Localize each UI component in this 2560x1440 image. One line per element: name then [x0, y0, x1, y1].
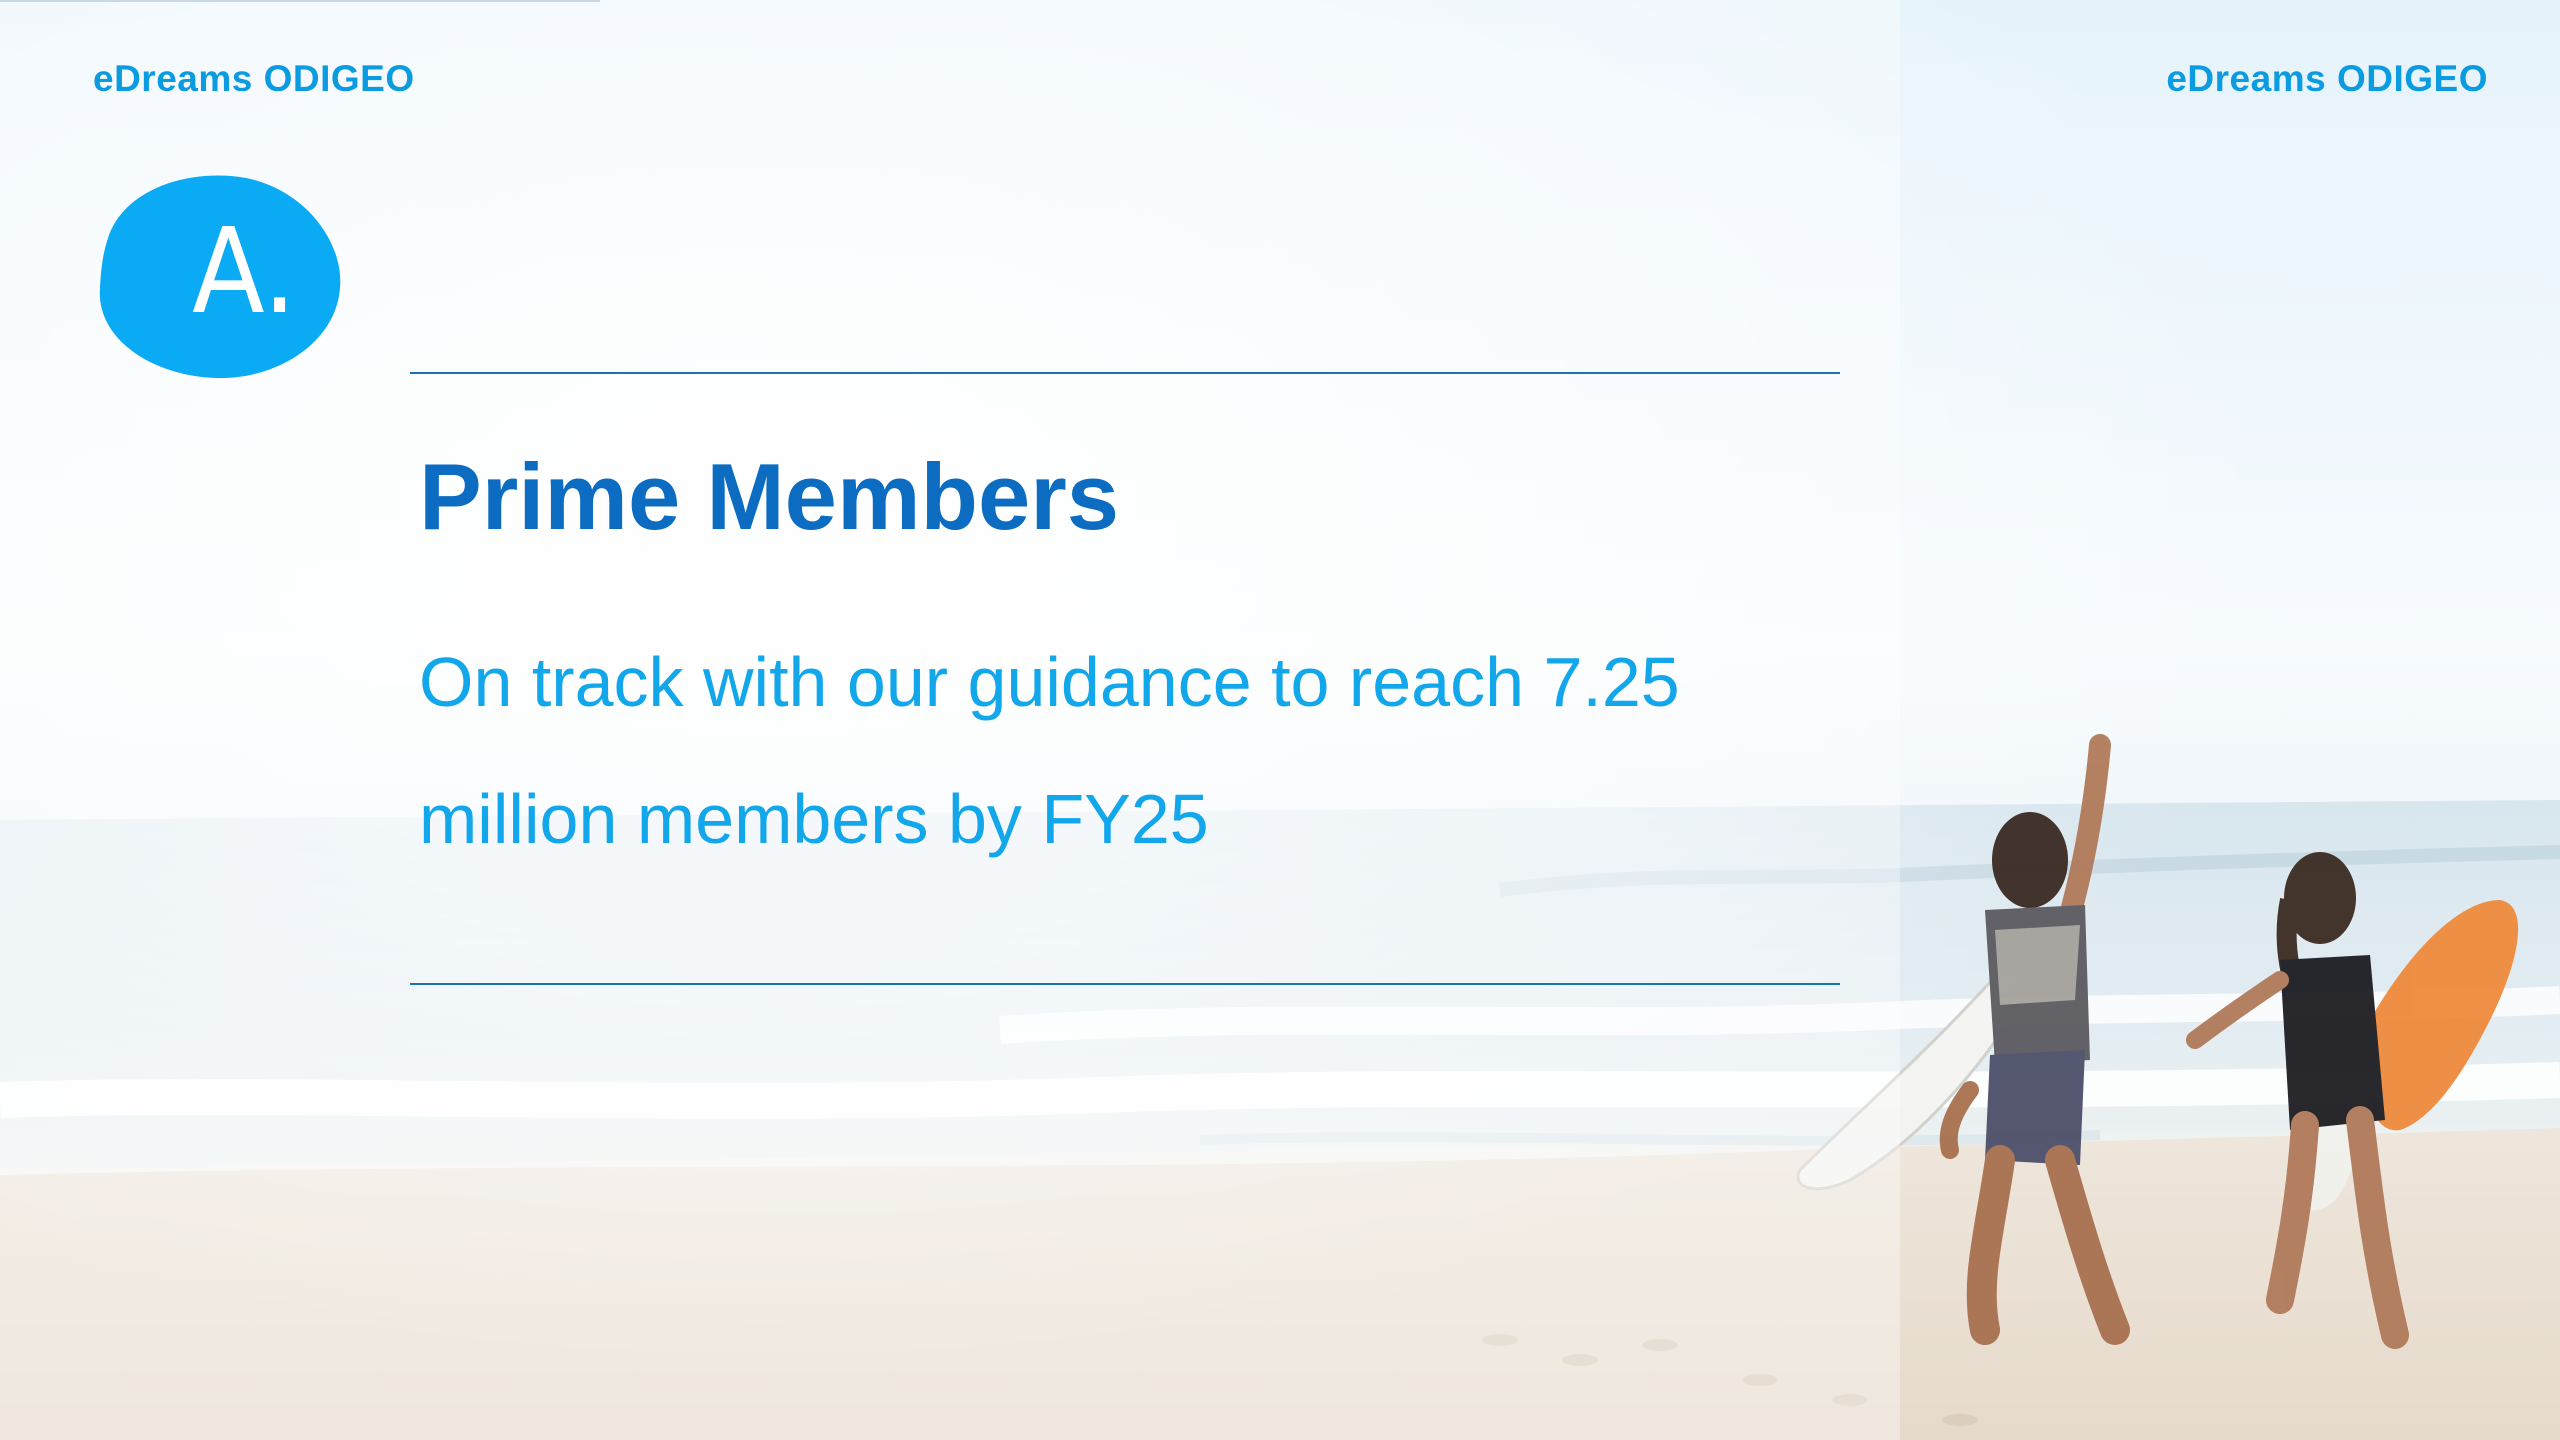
subtitle-line-2: million members by FY25 — [419, 780, 1209, 858]
section-badge-letter: A. — [192, 202, 297, 340]
top-edge-line — [0, 0, 600, 2]
page-title: Prime Members — [419, 444, 1120, 549]
divider-top — [410, 372, 1840, 374]
divider-bottom — [410, 983, 1840, 985]
slide: eDreams ODIGEO eDreams ODIGEO A. Prime M… — [0, 0, 2560, 1440]
brand-logo-right: eDreams ODIGEO — [2166, 58, 2488, 99]
subtitle-line-1: On track with our guidance to reach 7.25 — [419, 643, 1680, 721]
brand-logo-left: eDreams ODIGEO — [93, 58, 415, 99]
